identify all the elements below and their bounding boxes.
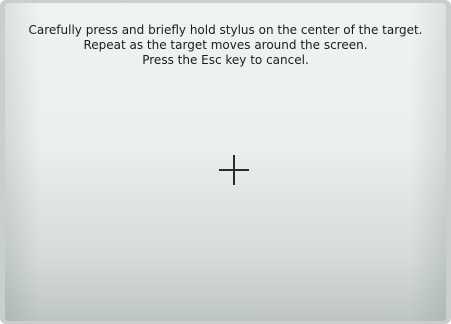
instruction-line-2: Repeat as the target moves around the sc… [83, 38, 368, 52]
calibration-screen[interactable]: Carefully press and briefly hold stylus … [5, 3, 446, 321]
instruction-line-3: Press the Esc key to cancel. [142, 53, 309, 67]
instruction-line-1: Carefully press and briefly hold stylus … [28, 23, 423, 37]
instruction-text: Carefully press and briefly hold stylus … [5, 23, 446, 68]
device-frame: Carefully press and briefly hold stylus … [0, 0, 451, 324]
crosshair-icon[interactable] [219, 155, 249, 185]
crosshair-vertical-line [233, 155, 235, 185]
